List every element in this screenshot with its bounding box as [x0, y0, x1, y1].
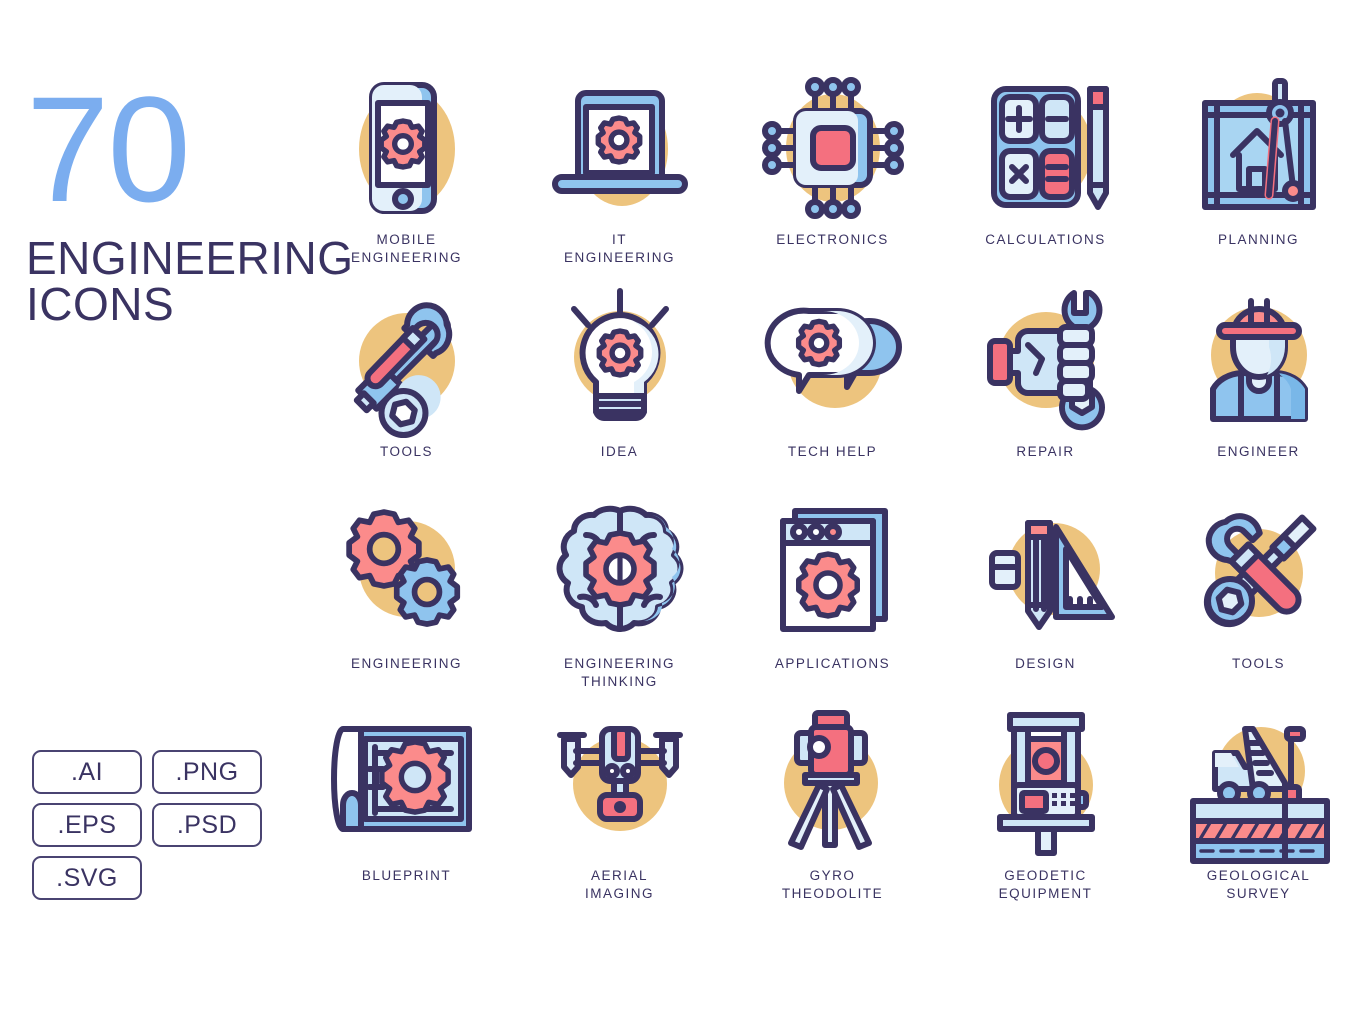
calculator-icon — [963, 70, 1128, 225]
two-gears-icon — [324, 494, 489, 649]
planning-blueprint-icon — [1176, 70, 1341, 225]
icon-cell-idea[interactable]: IDEA — [513, 282, 726, 494]
icon-cell-tech-help[interactable]: TECH HELP — [726, 282, 939, 494]
icon-label: ELECTRONICS — [776, 232, 889, 247]
blueprint-roll-icon — [324, 706, 489, 861]
icon-cell-geological-survey[interactable]: GEOLOGICAL SURVEY — [1152, 706, 1350, 918]
icon-label: GYRO THEODOLITE — [781, 868, 884, 902]
icon-cell-engineering[interactable]: ENGINEERING — [300, 494, 513, 706]
icon-label: ENGINEERING — [350, 656, 462, 671]
it-engineering-icon — [537, 70, 702, 225]
chat-bubbles-gear-icon — [750, 282, 915, 437]
icon-label: IDEA — [600, 444, 639, 459]
icon-cell-repair[interactable]: REPAIR — [939, 282, 1152, 494]
icon-cell-design[interactable]: DESIGN — [939, 494, 1152, 706]
icon-set-page: 70 ENGINEERING ICONS .AI .PNG .EPS .PSD … — [0, 0, 1350, 1020]
icon-cell-tools-hammer[interactable]: TOOLS — [300, 282, 513, 494]
engineer-person-icon — [1176, 282, 1341, 437]
geological-survey-icon — [1176, 706, 1341, 864]
icon-cell-aerial-imaging[interactable]: AERIAL IMAGING — [513, 706, 726, 918]
icon-label: PLANNING — [1217, 232, 1300, 247]
format-badge-psd[interactable]: .PSD — [152, 803, 262, 847]
icon-cell-engineering-thinking[interactable]: ENGINEERING THINKING — [513, 494, 726, 706]
hand-holding-wrench-icon — [963, 282, 1128, 437]
icon-cell-it-engineering[interactable]: IT ENGINEERING — [513, 70, 726, 282]
icon-cell-tools-screwdriver[interactable]: TOOLS — [1152, 494, 1350, 706]
icon-cell-geodetic-equipment[interactable]: GEODETIC EQUIPMENT — [939, 706, 1152, 918]
icon-grid: MOBILE ENGINEERING IT ENGINEERING ELECTR… — [300, 70, 1350, 960]
icon-label: TOOLS — [379, 444, 434, 459]
icon-label: BLUEPRINT — [361, 868, 452, 883]
electronics-chip-icon — [750, 70, 915, 225]
icon-cell-calculations[interactable]: CALCULATIONS — [939, 70, 1152, 282]
browser-window-gear-icon — [750, 494, 915, 649]
icon-label: GEOLOGICAL SURVEY — [1206, 868, 1311, 902]
pencil-ruler-icon — [963, 494, 1128, 649]
total-station-icon — [963, 706, 1128, 861]
format-badge-svg[interactable]: .SVG — [32, 856, 142, 900]
icon-label: ENGINEER — [1217, 444, 1300, 459]
icon-label: ENGINEERING THINKING — [563, 656, 675, 690]
icon-label: GEODETIC EQUIPMENT — [998, 868, 1093, 902]
lightbulb-gear-icon — [537, 282, 702, 437]
icon-label: DESIGN — [1015, 656, 1076, 671]
icon-label: TECH HELP — [787, 444, 878, 459]
screwdriver-wrench-icon — [1176, 494, 1341, 649]
icon-label: CALCULATIONS — [985, 232, 1106, 247]
icon-label: IT ENGINEERING — [563, 232, 675, 266]
icon-cell-blueprint[interactable]: BLUEPRINT — [300, 706, 513, 918]
icon-cell-gyro-theodolite[interactable]: GYRO THEODOLITE — [726, 706, 939, 918]
format-badge-png[interactable]: .PNG — [152, 750, 262, 794]
icon-cell-electronics[interactable]: ELECTRONICS — [726, 70, 939, 282]
file-format-badge-group: .AI .PNG .EPS .PSD .SVG — [32, 750, 282, 900]
icon-label: TOOLS — [1231, 656, 1286, 671]
drone-icon — [537, 706, 702, 861]
brain-gear-icon — [537, 494, 702, 649]
icon-label: REPAIR — [1016, 444, 1075, 459]
icon-count: 70 — [26, 65, 191, 233]
mobile-engineering-icon — [324, 70, 489, 225]
icon-cell-mobile-engineering[interactable]: MOBILE ENGINEERING — [300, 70, 513, 282]
format-badge-eps[interactable]: .EPS — [32, 803, 142, 847]
icon-cell-engineer[interactable]: ENGINEER — [1152, 282, 1350, 494]
title-block: 70 ENGINEERING ICONS — [26, 65, 354, 331]
title-line-icons: ICONS — [26, 278, 175, 331]
icon-label: AERIAL IMAGING — [584, 868, 654, 902]
format-badge-ai[interactable]: .AI — [32, 750, 142, 794]
title-line-engineering: ENGINEERING — [26, 231, 354, 284]
icon-cell-planning[interactable]: PLANNING — [1152, 70, 1350, 282]
icon-label: APPLICATIONS — [774, 656, 891, 671]
theodolite-tripod-icon — [750, 706, 915, 861]
icon-cell-applications[interactable]: APPLICATIONS — [726, 494, 939, 706]
icon-label: MOBILE ENGINEERING — [350, 232, 462, 266]
hammer-wrench-screwdriver-icon — [324, 282, 489, 438]
